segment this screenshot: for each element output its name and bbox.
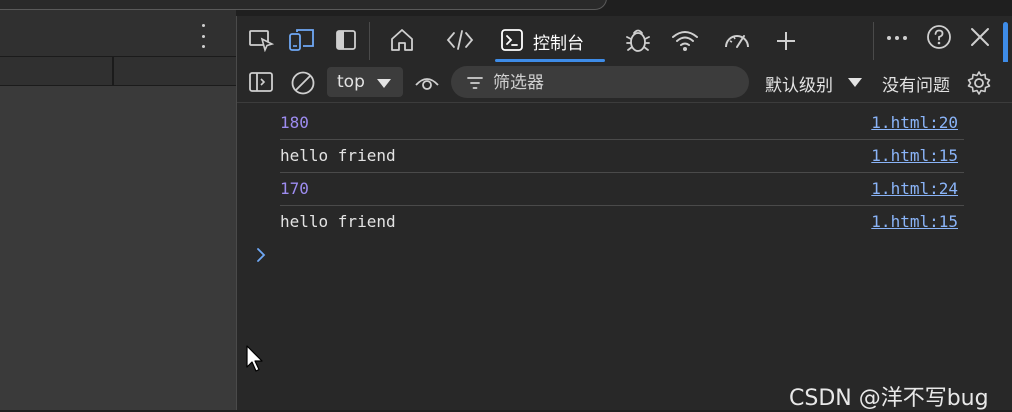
close-icon[interactable] — [967, 24, 993, 50]
home-icon[interactable] — [387, 25, 417, 55]
page-viewport — [0, 0, 236, 410]
console-message-source-link[interactable]: 1.html:15 — [871, 146, 958, 165]
page-secondary-bar — [0, 56, 236, 86]
add-tool-icon[interactable] — [773, 28, 799, 54]
watermark: CSDN @洋不写bug — [789, 386, 989, 411]
chevron-down-icon — [377, 79, 391, 88]
console-output: 180 1.html:20 hello friend 1.html:15 170… — [237, 103, 1012, 410]
clear-console-icon[interactable] — [289, 69, 317, 97]
console-message-text: 180 — [280, 113, 309, 132]
console-message: hello friend 1.html:15 — [280, 206, 964, 238]
console-message-source-link[interactable]: 1.html:24 — [871, 179, 958, 198]
prompt-chevron-icon[interactable] — [255, 247, 267, 267]
issues-counter[interactable]: 没有问题 — [882, 71, 950, 96]
console-message-text: hello friend — [280, 146, 396, 165]
devtools-panel: 控制台 top 筛选器 默认级别 没有问题 180 1.html:20 hell… — [236, 16, 1012, 410]
context-selector[interactable]: top — [327, 67, 403, 97]
devtools-tab-bar: 控制台 — [237, 16, 1012, 64]
browser-tab-strip — [0, 0, 607, 10]
tab-console[interactable]: 控制台 — [495, 22, 605, 62]
console-message: hello friend 1.html:15 — [280, 140, 964, 173]
more-options-icon[interactable] — [885, 26, 909, 50]
settings-gear-icon[interactable] — [965, 69, 993, 97]
dock-side-icon[interactable] — [333, 26, 359, 54]
console-message-text: hello friend — [280, 212, 396, 231]
mouse-pointer-icon — [246, 345, 264, 377]
console-message-text: 170 — [280, 179, 309, 198]
page-menu-icon[interactable] — [196, 24, 210, 48]
inspect-element-icon[interactable] — [247, 26, 275, 54]
tab-console-label: 控制台 — [533, 34, 584, 54]
help-icon[interactable] — [925, 23, 953, 51]
performance-gauge-icon[interactable] — [721, 26, 753, 54]
device-toolbar-icon[interactable] — [287, 26, 317, 54]
sources-bug-icon[interactable] — [623, 24, 653, 56]
console-icon — [499, 27, 525, 53]
filter-icon — [467, 75, 483, 94]
console-message-source-link[interactable]: 1.html:20 — [871, 113, 958, 132]
live-expression-eye-icon[interactable] — [413, 71, 441, 95]
console-message: 170 1.html:24 — [280, 173, 964, 206]
filter-input[interactable] — [491, 70, 735, 96]
log-levels-dropdown[interactable]: 默认级别 — [765, 71, 833, 96]
sidebar-toggle-icon[interactable] — [247, 70, 275, 94]
console-message-source-link[interactable]: 1.html:15 — [871, 212, 958, 231]
devtools-scrollbar[interactable] — [1003, 22, 1008, 64]
chevron-down-icon[interactable] — [848, 78, 862, 87]
console-toolbar: top 默认级别 没有问题 — [237, 62, 1012, 103]
console-message: 180 1.html:20 — [280, 107, 964, 140]
filter-box[interactable] — [451, 66, 749, 98]
context-selector-value: top — [337, 72, 365, 92]
elements-code-icon[interactable] — [445, 26, 475, 54]
network-wifi-icon[interactable] — [669, 26, 701, 54]
